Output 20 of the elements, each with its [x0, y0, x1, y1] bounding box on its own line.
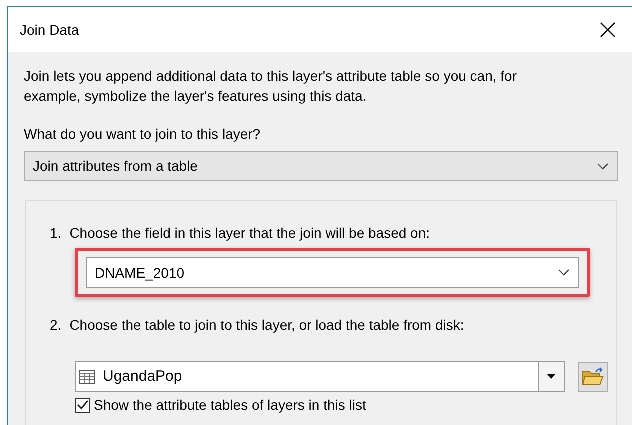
- checkbox[interactable]: [75, 398, 90, 412]
- step-label: Choose the field in this layer that the join will be based on:: [70, 224, 430, 243]
- question-label: What do you want to join to this layer?: [24, 125, 262, 144]
- window-title: Join Data: [20, 22, 80, 38]
- chevron-down-icon: [597, 162, 609, 170]
- caret-icon: [547, 374, 556, 379]
- step-number: 2.: [50, 316, 62, 335]
- intro-text: Join lets you append additional data to this layer's attribute table so you can, for example, symbolize the layer's features using this data.: [24, 67, 518, 106]
- checkbox-label: Show the attribute tables of layers in this list: [94, 397, 366, 413]
- step-number: 1.: [50, 224, 62, 243]
- field-dropdown[interactable]: DNAME_2010: [86, 257, 579, 288]
- table-dropdown[interactable]: UgandaPop: [75, 361, 538, 392]
- step-label: Choose the table to join to this layer, or load the table from disk:: [70, 316, 464, 335]
- open-folder-button[interactable]: [578, 362, 608, 392]
- chevron-down-icon: [558, 269, 570, 276]
- folder-icon: [582, 366, 604, 386]
- dropdown-arrow-button[interactable]: [538, 361, 565, 392]
- table-icon: [79, 370, 95, 384]
- join-type-dropdown[interactable]: Join attributes from a table: [24, 151, 618, 181]
- close-icon[interactable]: [600, 22, 616, 38]
